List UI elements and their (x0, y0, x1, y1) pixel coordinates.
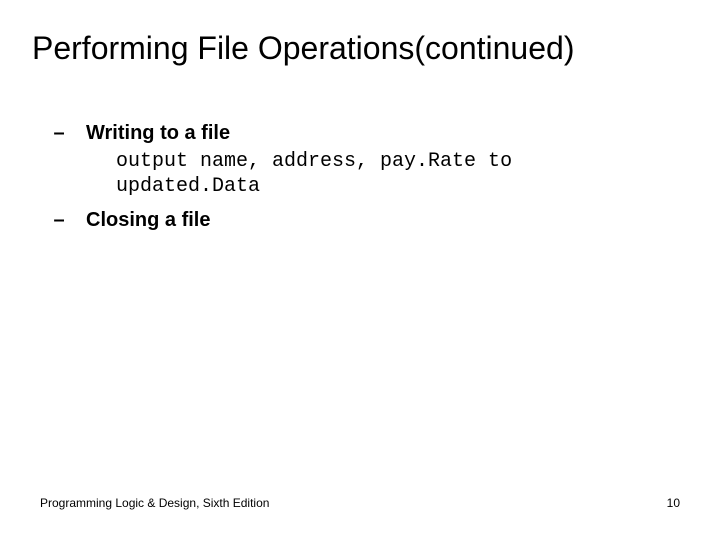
bullet-writing-to-a-file: – Writing to a file (32, 122, 688, 145)
bullet-closing-a-file: – Closing a file (32, 209, 688, 232)
bullet-label: Closing a file (86, 209, 210, 232)
slide-body: – Writing to a file output name, address… (32, 120, 688, 234)
bullet-label: Writing to a file (86, 122, 230, 145)
footer-book-title: Programming Logic & Design, Sixth Editio… (40, 496, 269, 510)
slide: Performing File Operations(continued) – … (0, 0, 720, 540)
dash-icon: – (32, 209, 86, 232)
footer-page-number: 10 (667, 496, 680, 510)
dash-icon: – (32, 122, 86, 145)
code-output-statement: output name, address, pay.Rate to update… (116, 149, 688, 199)
slide-title: Performing File Operations(continued) (32, 30, 688, 67)
